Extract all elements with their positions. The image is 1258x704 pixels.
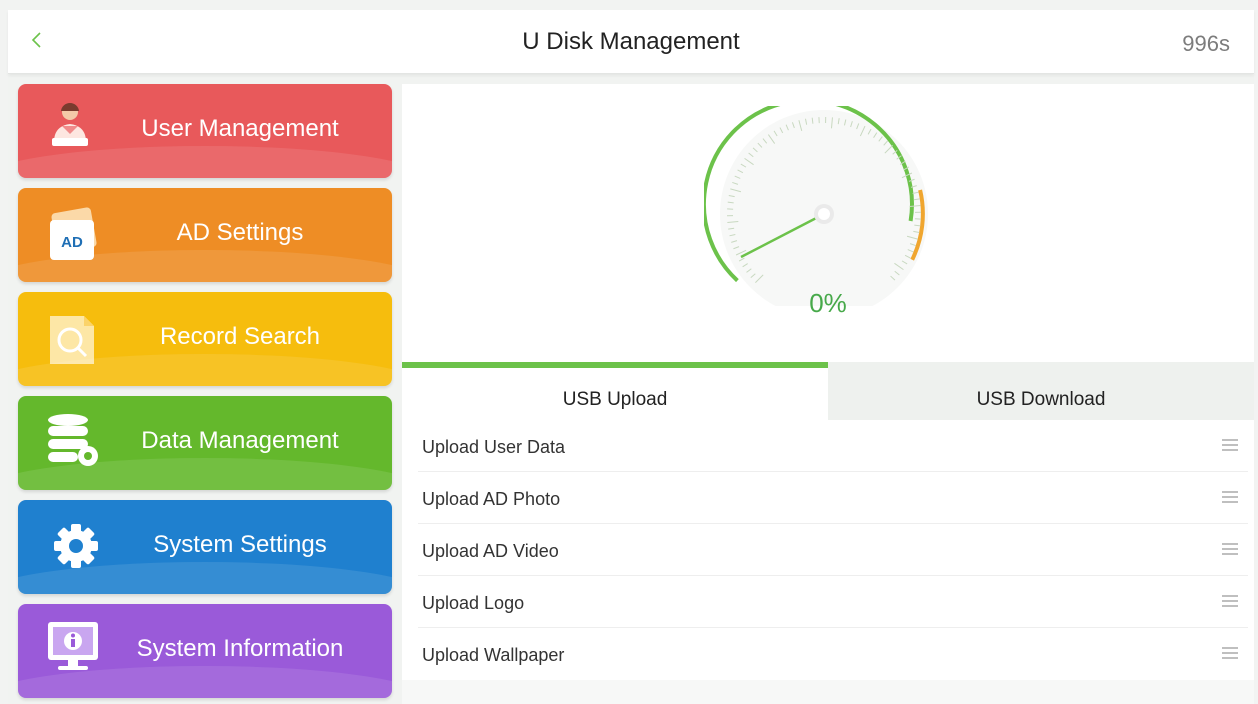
ad-icon-text: AD bbox=[61, 234, 83, 251]
progress-percent: 0% bbox=[809, 288, 847, 318]
menu-item-label: Record Search bbox=[159, 323, 321, 350]
menu-item-label: System Information bbox=[136, 635, 344, 662]
menu-item-label: User Management bbox=[141, 115, 339, 142]
list-item-label: Upload User Data bbox=[422, 437, 566, 457]
tab-bar: USB Upload USB Download bbox=[402, 362, 1254, 420]
menu-item-label: AD Settings bbox=[176, 219, 304, 246]
title-bar: U Disk Management 996s bbox=[8, 10, 1254, 74]
page-title: U Disk Management bbox=[522, 28, 740, 55]
drag-handle-icon bbox=[1222, 439, 1238, 451]
menu-item-label: Data Management bbox=[141, 427, 339, 454]
tab-usb-upload[interactable]: USB Upload bbox=[402, 362, 828, 420]
menu-item-system-settings[interactable]: System Settings bbox=[18, 500, 392, 594]
menu-item-ad-settings[interactable]: AD AD Settings bbox=[18, 188, 392, 282]
app-window: U Disk Management 996s User Management A… bbox=[8, 10, 1254, 704]
list-item-upload-wallpaper[interactable]: Upload Wallpaper bbox=[402, 628, 1254, 680]
menu-item-user-management[interactable]: User Management bbox=[18, 84, 392, 178]
tab-usb-download[interactable]: USB Download bbox=[828, 362, 1254, 420]
list-item-upload-ad-video[interactable]: Upload AD Video bbox=[402, 524, 1254, 576]
menu-item-system-information[interactable]: System Information bbox=[18, 604, 392, 698]
list-item-upload-user-data[interactable]: Upload User Data bbox=[402, 420, 1254, 472]
progress-gauge-area: 0% bbox=[402, 84, 1254, 362]
upload-options-list: Upload User Data Upload AD Photo Upload … bbox=[402, 420, 1254, 680]
list-item-upload-logo[interactable]: Upload Logo bbox=[402, 576, 1254, 628]
countdown-timer: 996s bbox=[1182, 31, 1230, 56]
list-item-label: Upload Logo bbox=[422, 593, 525, 613]
menu-item-record-search[interactable]: Record Search bbox=[18, 292, 392, 386]
list-item-label: Upload AD Video bbox=[422, 541, 559, 561]
speedometer-gauge bbox=[704, 106, 928, 306]
list-item-label: Upload Wallpaper bbox=[422, 645, 565, 665]
list-item-label: Upload AD Photo bbox=[422, 489, 561, 509]
drag-handle-icon bbox=[1222, 647, 1238, 659]
drag-handle-icon bbox=[1222, 543, 1238, 555]
menu-item-data-management[interactable]: Data Management bbox=[18, 396, 392, 490]
menu-item-label: System Settings bbox=[153, 531, 327, 558]
drag-handle-icon bbox=[1222, 595, 1238, 607]
usb-panel: 0% USB Upload USB Download Upload User D… bbox=[402, 84, 1254, 704]
drag-handle-icon bbox=[1222, 491, 1238, 503]
list-item-upload-ad-photo[interactable]: Upload AD Photo bbox=[402, 472, 1254, 524]
